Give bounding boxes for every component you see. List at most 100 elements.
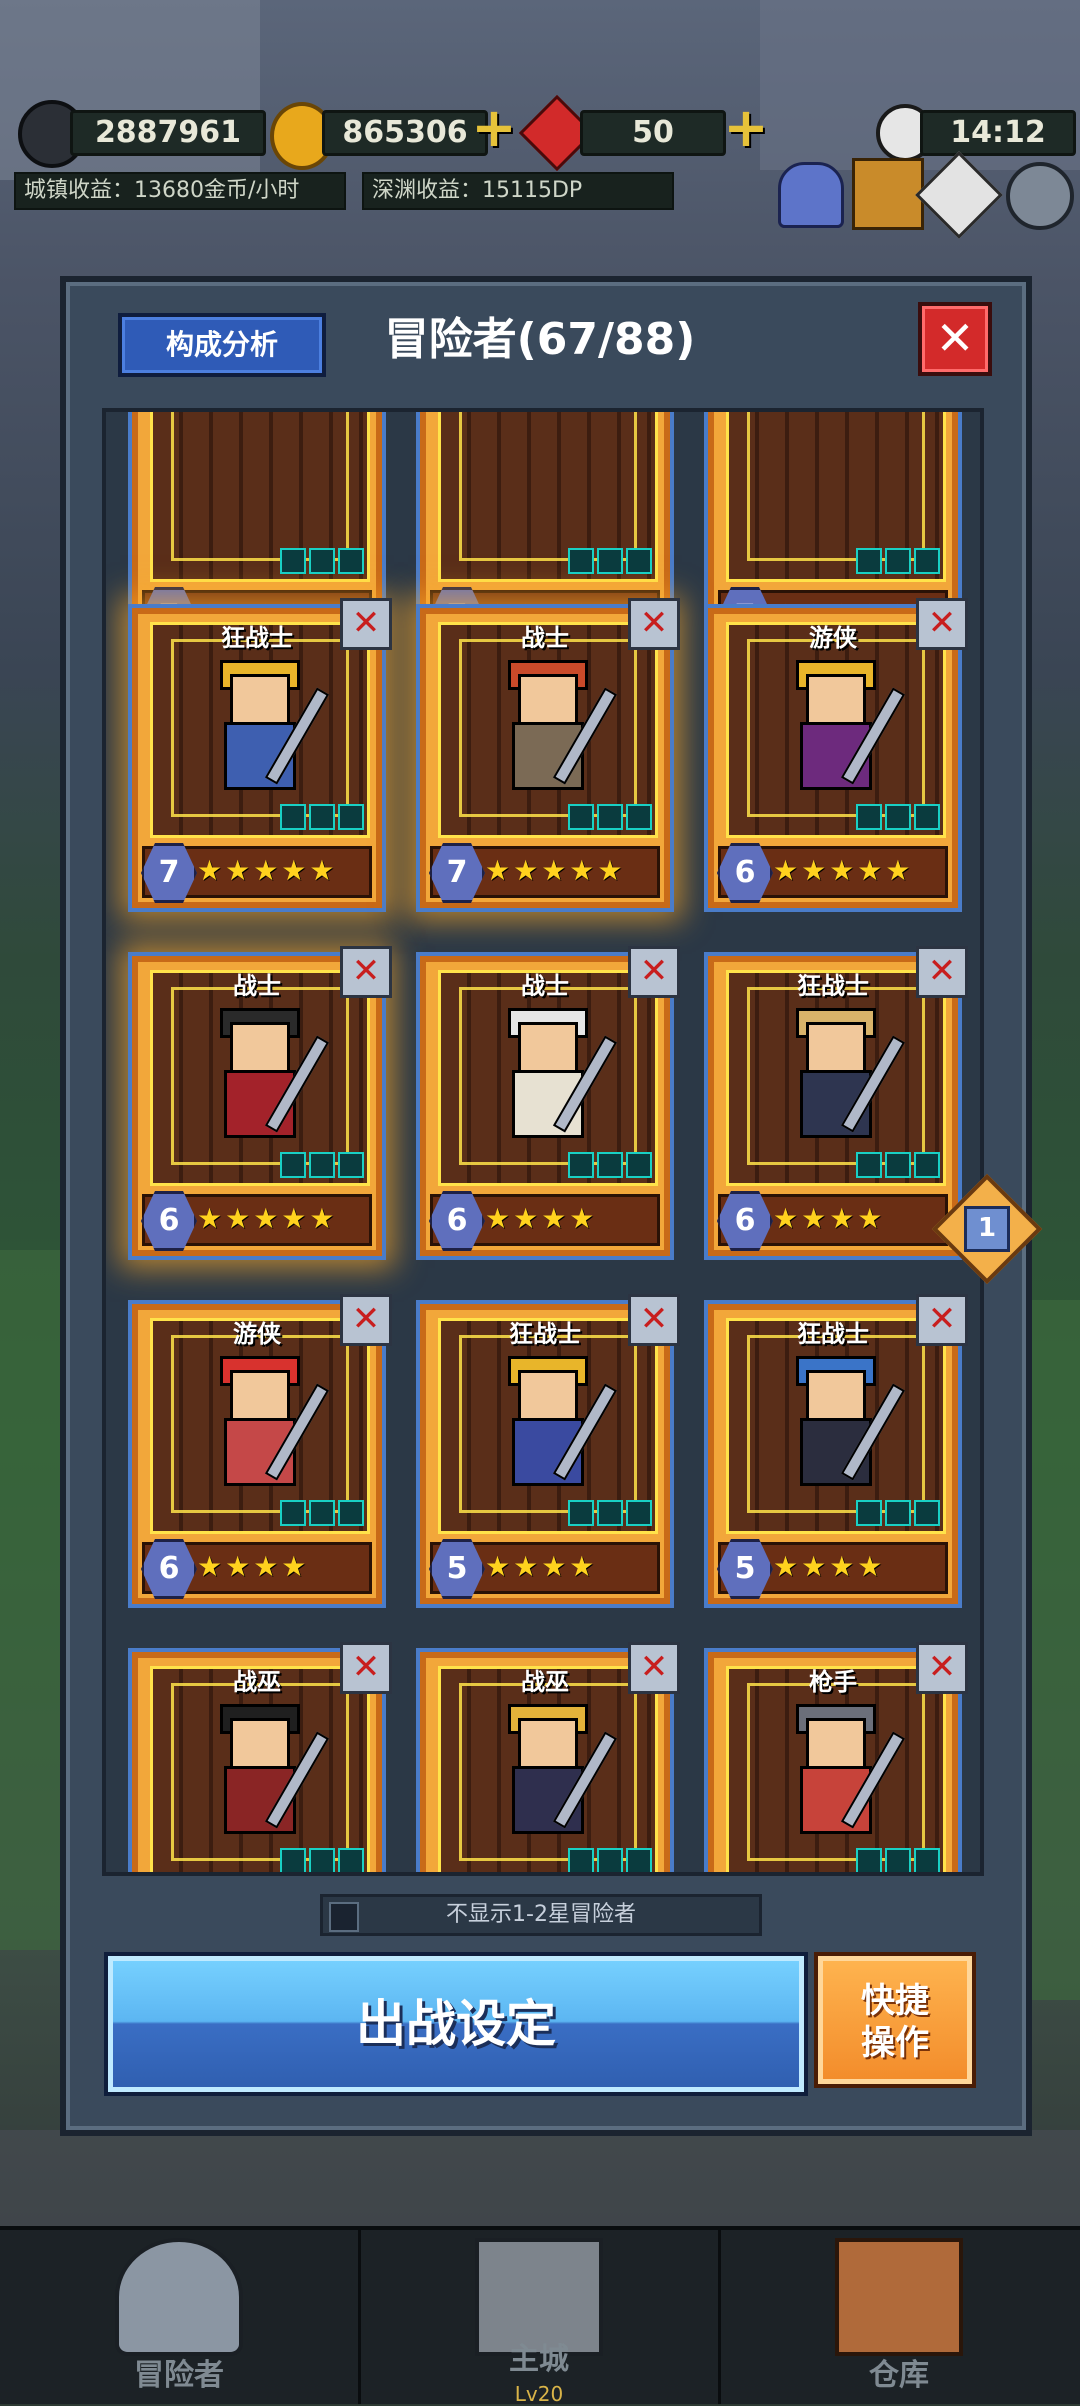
sword-icon xyxy=(856,1848,882,1872)
armor-icon xyxy=(885,804,911,830)
adventurer-card[interactable]: 狂战士 ✕ 5 ★★★★ xyxy=(416,1294,680,1608)
add-gold-plus-icon[interactable]: + xyxy=(470,101,518,155)
equipment-slots xyxy=(280,804,364,830)
boots-icon xyxy=(338,548,364,574)
hero-head xyxy=(518,1718,578,1772)
boots-icon xyxy=(914,804,940,830)
hero-sprite xyxy=(482,1008,618,1158)
crossed-swords-icon[interactable]: ✕ xyxy=(916,946,968,998)
crossed-swords-icon[interactable]: ✕ xyxy=(340,1642,392,1694)
star-rating: ★★★★ xyxy=(485,1202,598,1235)
sword-icon xyxy=(856,1500,882,1526)
adventurer-card[interactable]: 狂战士 ✕ 7 ★★★★★ xyxy=(128,598,392,912)
hero-head xyxy=(230,1718,290,1772)
equipment-slots xyxy=(856,1848,940,1872)
sword-icon xyxy=(280,1500,306,1526)
top-resource-bar: 2887961 865306 + 50 + 14:12 城镇收益：13680金币… xyxy=(0,94,1080,239)
sword-icon xyxy=(568,548,594,574)
sword-icon xyxy=(568,1848,594,1872)
card-footer: 6 ★★★★★ xyxy=(141,1191,372,1251)
adventurer-card[interactable]: 战士 ✕ 6 ★★★★ xyxy=(416,946,680,1260)
armor-icon xyxy=(597,804,623,830)
boss-crest-icon[interactable] xyxy=(852,158,924,230)
crossed-swords-icon[interactable]: ✕ xyxy=(628,1642,680,1694)
boots-icon xyxy=(914,1152,940,1178)
star-rating: ★★★★★ xyxy=(485,854,626,887)
crossed-swords-icon[interactable]: ✕ xyxy=(628,1294,680,1346)
adventurer-card[interactable]: 枪手 ✕ xyxy=(704,1642,968,1872)
quick-action-button[interactable]: 快捷操作 xyxy=(814,1952,976,2088)
adventurer-card[interactable]: 狂战士 ✕ 6 ★★★★ xyxy=(704,946,968,1260)
armor-icon xyxy=(885,548,911,574)
crossed-swords-icon[interactable]: ✕ xyxy=(628,946,680,998)
abyss-income: 深渊收益：15115DP xyxy=(362,172,674,210)
adventurer-card[interactable]: 战士 ✕ 7 ★★★★★ xyxy=(416,598,680,912)
adventurer-card[interactable]: 战巫 ✕ xyxy=(128,1642,392,1872)
adventurer-card[interactable]: 游侠 ✕ 6 ★★★★ xyxy=(128,1294,392,1608)
crossed-swords-icon[interactable]: ✕ xyxy=(340,946,392,998)
hide-low-star-filter[interactable]: 不显示1-2星冒险者 xyxy=(320,1894,762,1936)
crossed-swords-icon[interactable]: ✕ xyxy=(916,598,968,650)
hero-head xyxy=(518,674,578,728)
boots-icon xyxy=(914,548,940,574)
boots-icon xyxy=(338,1500,364,1526)
sword-icon xyxy=(568,804,594,830)
hero-sprite xyxy=(482,660,618,810)
adventurer-card[interactable]: 战士 ✕ 6 ★★★★★ xyxy=(128,946,392,1260)
armor-icon xyxy=(885,1848,911,1872)
sword-icon xyxy=(280,1152,306,1178)
crossed-swords-icon[interactable]: ✕ xyxy=(340,598,392,650)
composition-analysis-button[interactable]: 构成分析 xyxy=(118,313,326,377)
armor-icon xyxy=(885,1500,911,1526)
adventurer-card[interactable]: 狂战士 ✕ 5 ★★★★ xyxy=(704,1294,968,1608)
crossed-swords-icon[interactable]: ✕ xyxy=(916,1642,968,1694)
boots-icon xyxy=(914,1500,940,1526)
souls-counter: 2887961 xyxy=(70,110,266,156)
battle-setup-button[interactable]: 出战设定 xyxy=(104,1952,808,2096)
hero-head xyxy=(806,674,866,728)
add-gem-plus-icon[interactable]: + xyxy=(722,101,770,155)
adventurer-card[interactable]: 战巫 ✕ xyxy=(416,1642,680,1872)
nav-warehouse-label: 仓库 xyxy=(869,2358,929,2393)
sword-icon xyxy=(856,804,882,830)
star-rating: ★★★★★ xyxy=(773,854,914,887)
equipment-slots xyxy=(568,804,652,830)
gear-settings-icon[interactable] xyxy=(1006,162,1074,230)
adventurer-grid[interactable]: 7★★★★★7★★★★★7★★★★★狂战士✕7★★★★★战士✕7★★★★★游侠✕… xyxy=(102,408,984,1876)
hero-team-icon[interactable] xyxy=(778,162,844,228)
close-button[interactable]: ✕ xyxy=(918,302,992,376)
adventurer-card[interactable]: 游侠 ✕ 6 ★★★★★ xyxy=(704,598,968,912)
card-footer: 7★★★★★ xyxy=(429,843,660,903)
nav-adventurers[interactable]: 冒险者 xyxy=(0,2230,361,2404)
star-rating: ★★★★★ xyxy=(197,854,338,887)
boots-icon xyxy=(914,1848,940,1872)
hero-sprite xyxy=(194,1008,330,1158)
hero-sprite xyxy=(482,1704,618,1854)
card-footer: 6 ★★★★ xyxy=(717,1191,948,1251)
crossed-swords-icon[interactable]: ✕ xyxy=(340,1294,392,1346)
boots-icon xyxy=(626,1848,652,1872)
hero-head xyxy=(518,1370,578,1424)
nav-main-city-label: 主城 xyxy=(509,2342,569,2377)
nav-main-city[interactable]: 主城 Lv20 xyxy=(360,2230,721,2406)
sword-icon xyxy=(856,548,882,574)
crossed-swords-icon[interactable]: ✕ xyxy=(916,1294,968,1346)
crossed-swords-icon[interactable]: ✕ xyxy=(628,598,680,650)
gold-counter: 865306 xyxy=(322,110,488,156)
boots-icon xyxy=(626,548,652,574)
warehouse-house-icon xyxy=(835,2238,963,2356)
hero-sprite xyxy=(770,1356,906,1506)
town-income: 城镇收益：13680金币/小时 xyxy=(14,172,346,210)
armor-icon xyxy=(309,1848,335,1872)
level-badge: 6 xyxy=(717,1191,773,1251)
nav-main-city-level: Lv20 xyxy=(514,2382,564,2406)
hero-sprite xyxy=(770,1704,906,1854)
armor-icon xyxy=(597,1152,623,1178)
hero-sprite xyxy=(194,1704,330,1854)
boots-icon xyxy=(338,1152,364,1178)
star-rating: ★★★★ xyxy=(773,1202,886,1235)
sword-icon xyxy=(280,804,306,830)
nav-warehouse[interactable]: 仓库 xyxy=(720,2230,1078,2404)
boots-icon xyxy=(626,1152,652,1178)
equipment-slots xyxy=(280,548,364,574)
